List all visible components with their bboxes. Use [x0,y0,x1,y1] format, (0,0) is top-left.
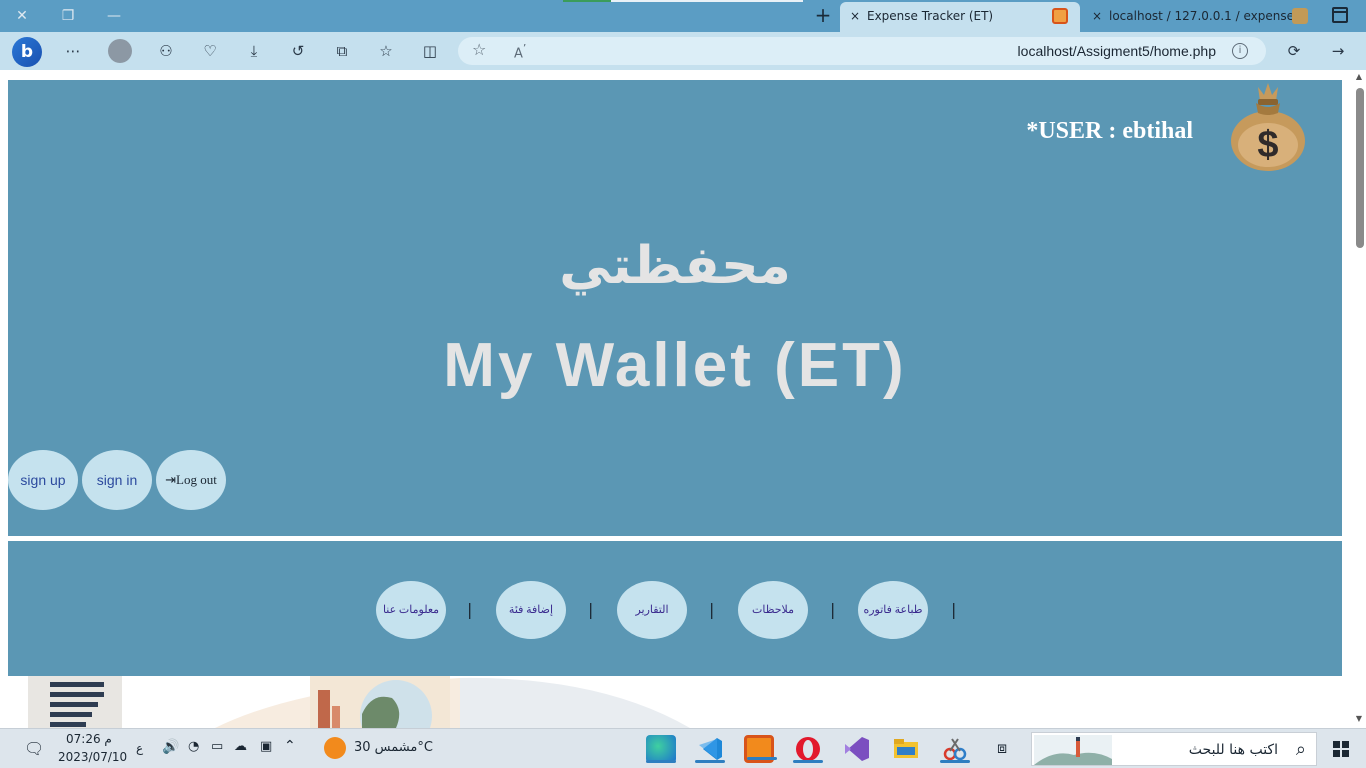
signup-button[interactable]: sign up [8,450,78,510]
nav-about-us[interactable]: معلومات عنا [376,581,446,639]
running-indicator [695,760,725,763]
browser-essentials-icon[interactable]: ♡ [199,40,221,62]
restore-window-icon[interactable]: ❐ [56,6,80,26]
history-icon[interactable]: ↺ [287,40,309,62]
tab-expense-tracker[interactable]: × Expense Tracker (ET) [840,2,1080,32]
nav-reports[interactable]: التقارير [617,581,687,639]
snipping-tool-taskbar-icon[interactable] [940,735,970,763]
bing-icon[interactable]: b [12,37,42,67]
running-indicator [940,760,970,763]
weather-text[interactable]: مشمس 30°C [354,740,433,755]
tab-actions-icon[interactable] [1332,7,1348,23]
favorites-icon[interactable]: ☆ [375,40,397,62]
nav-separator: | [467,600,473,619]
more-menu-icon[interactable]: ⋯ [62,40,84,62]
page-title: My Wallet (ET) [443,331,907,400]
meet-now-icon[interactable]: ▣ [260,739,272,754]
address-url[interactable]: localhost/Assigment5/home.php [1018,43,1216,59]
battery-icon[interactable]: ▭ [211,739,223,754]
site-info-icon[interactable]: i [1232,43,1248,59]
read-aloud-icon[interactable]: Aʼ [514,42,526,61]
notifications-icon[interactable]: 🗨 [24,739,44,758]
task-view-icon[interactable]: ⧈ [997,738,1007,758]
progress-fill [563,0,611,2]
logout-button[interactable]: ⇥Log out [156,450,226,510]
phpmyadmin-favicon-icon [1292,8,1308,24]
file-explorer-taskbar-icon[interactable] [891,735,921,763]
nav-panel: | طباعة فاتوره | ملاحظات | التقارير | إض… [8,541,1342,676]
tab-phpmyadmin[interactable]: × localhost / 127.0.0.1 / expenses [1082,2,1312,32]
windows-start-icon[interactable] [1333,741,1349,757]
workspaces-icon[interactable]: ⚇ [155,40,177,62]
nav-print-invoice[interactable]: طباعة فاتوره [858,581,928,639]
input-language[interactable]: ع [136,741,143,755]
minimize-window-icon[interactable]: — [102,6,126,26]
profile-avatar-icon[interactable] [108,39,132,63]
running-indicator [646,760,676,763]
edge-taskbar-icon[interactable] [646,735,676,763]
page-title-arabic: محفظتي [559,236,791,296]
forward-icon[interactable]: → [1327,40,1349,62]
wifi-icon[interactable]: ◔ [188,739,199,754]
opera-taskbar-icon[interactable] [793,735,823,763]
collections-icon[interactable]: ⧉ [331,40,353,62]
address-bar[interactable]: ☆ Aʼ localhost/Assigment5/home.php i [458,37,1266,65]
page-viewport: *USER : ebtihal $ محفظتي My Wallet (ET) … [0,70,1366,728]
xampp-favicon-icon [1052,8,1068,24]
search-icon: ⌕ [1295,739,1306,760]
logout-label: Log out [176,472,217,487]
money-bag-icon: $ [1231,83,1305,171]
close-tab-icon[interactable]: × [848,2,862,30]
running-indicator [747,757,777,760]
nav-notes[interactable]: ملاحظات [738,581,808,639]
browser-toolbar: b ⋯ ⚇ ♡ ⤓ ↺ ⧉ ☆ ◫ ☆ Aʼ localhost/Assigme… [0,32,1366,70]
close-tab-icon[interactable]: × [1090,2,1104,30]
nav-separator: | [588,600,594,619]
page-load-progress [563,0,803,2]
nav-separator: | [951,600,957,619]
clock-time[interactable]: 07:26 م [66,732,112,746]
scroll-down-icon[interactable]: ▼ [1354,714,1364,723]
clock-date[interactable]: 2023/07/10 [58,750,127,764]
nav-separator: | [830,600,836,619]
split-screen-icon[interactable]: ◫ [419,40,441,62]
tab-title: Expense Tracker (ET) [867,9,994,23]
search-placeholder: اكتب هنا للبحث [1188,742,1278,758]
scroll-up-icon[interactable]: ▲ [1354,72,1364,81]
add-favorite-icon[interactable]: ☆ [472,40,486,59]
taskbar-search-box[interactable]: اكتب هنا للبحث ⌕ [1031,732,1317,766]
close-window-icon[interactable]: ✕ [10,6,34,26]
signin-button[interactable]: sign in [82,450,152,510]
scroll-thumb[interactable] [1356,88,1364,248]
xampp-taskbar-icon[interactable] [744,735,777,763]
nav-add-category[interactable]: إضافة فئة [496,581,566,639]
show-hidden-icons-icon[interactable]: ⌃ [284,738,296,754]
nav-separator: | [709,600,715,619]
background-illustration [28,676,690,728]
downloads-icon[interactable]: ⤓ [243,40,265,62]
svg-text:$: $ [1257,124,1278,166]
header-panel: *USER : ebtihal $ محفظتي My Wallet (ET) … [8,80,1342,536]
search-highlight-image [1034,735,1112,765]
page-scrollbar[interactable]: ▲ ▼ [1352,72,1366,728]
visual-studio-taskbar-icon[interactable] [842,735,872,763]
logout-icon: ⇥ [165,472,177,487]
user-label: *USER : ebtihal [1026,118,1193,144]
taskbar: 🗨 07:26 م 2023/07/10 ع 🔊 ◔ ▭ ☁ ▣ ⌃ مشمس … [0,728,1366,768]
new-tab-button[interactable]: + [811,4,835,28]
running-indicator [793,760,823,763]
tab-title: localhost / 127.0.0.1 / expenses [1109,9,1301,23]
tab-strip: ✕ ❐ — + × Expense Tracker (ET) × localho… [0,0,1366,32]
onedrive-icon[interactable]: ☁ [234,739,247,754]
vscode-taskbar-icon[interactable] [695,735,725,763]
refresh-icon[interactable]: ⟳ [1283,40,1305,62]
weather-sun-icon[interactable] [324,737,346,759]
volume-icon[interactable]: 🔊 [162,739,179,755]
